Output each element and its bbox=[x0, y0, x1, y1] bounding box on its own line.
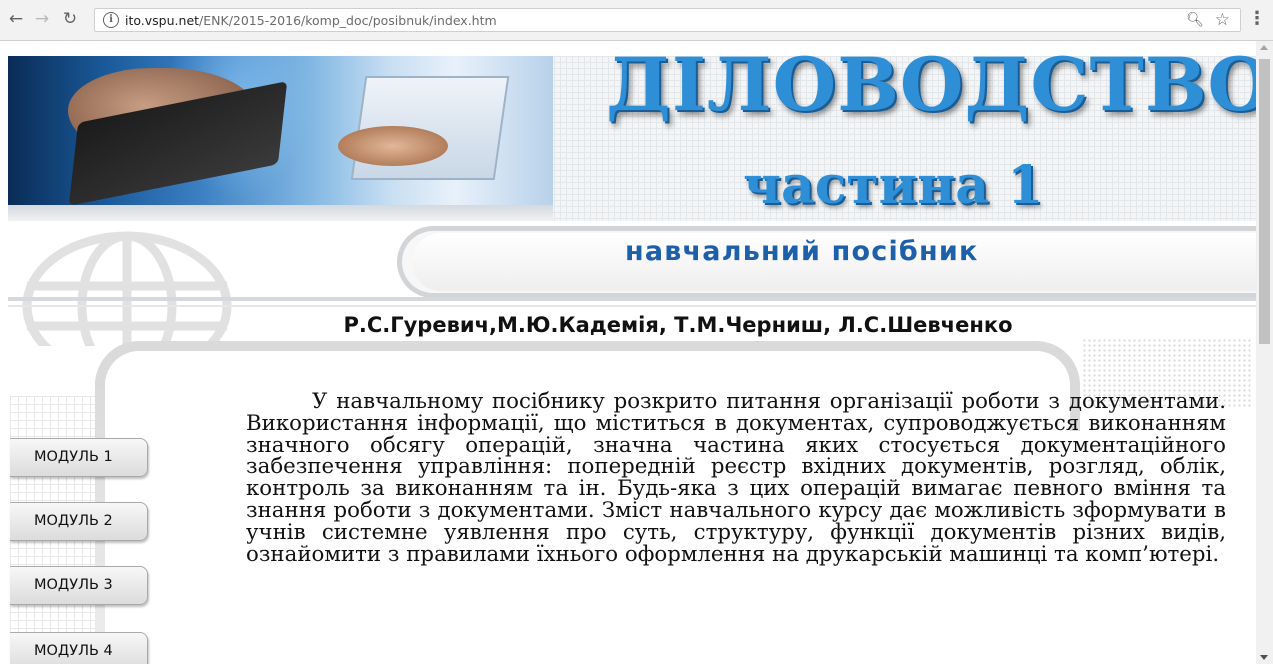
scroll-down-arrow-icon[interactable] bbox=[1260, 655, 1268, 660]
page-title: ДІЛОВОДСТВО bbox=[606, 42, 1256, 128]
intro-paragraph: У навчальному посібнику розкрито питання… bbox=[246, 389, 1226, 567]
header-banner: ДІЛОВОДСТВО частина 1 bbox=[8, 42, 1256, 223]
part-title: частина 1 bbox=[743, 155, 1044, 216]
star-icon[interactable]: ☆ bbox=[1215, 10, 1230, 30]
zoom-icon[interactable]: 🔍︎ bbox=[1186, 12, 1204, 28]
scroll-up-arrow-icon[interactable] bbox=[1260, 45, 1268, 50]
module-3-button[interactable]: МОДУЛЬ 3 bbox=[10, 566, 148, 605]
page-viewport: ДІЛОВОДСТВО частина 1 навчальний посібни… bbox=[0, 41, 1256, 664]
vertical-scrollbar[interactable] bbox=[1256, 41, 1273, 664]
reload-icon[interactable]: ↻ bbox=[60, 9, 80, 29]
menu-dots-icon[interactable]: ⋮ bbox=[1248, 9, 1266, 29]
back-arrow-icon[interactable]: ← bbox=[6, 9, 26, 29]
header-photo bbox=[8, 56, 553, 205]
module-4-button[interactable]: МОДУЛЬ 4 bbox=[10, 632, 148, 664]
module-1-button[interactable]: МОДУЛЬ 1 bbox=[10, 438, 148, 477]
authors-line: Р.С.Гуревич,М.Ю.Кадемія, Т.М.Черниш, Л.С… bbox=[0, 313, 1256, 337]
url-text[interactable]: ito.vspu.net/ENK/2015-2016/komp_doc/posi… bbox=[125, 13, 497, 28]
divider bbox=[8, 297, 1256, 301]
address-bar[interactable]: i ito.vspu.net/ENK/2015-2016/komp_doc/po… bbox=[94, 8, 1241, 32]
module-2-button[interactable]: МОДУЛЬ 2 bbox=[10, 502, 148, 541]
browser-toolbar: ← → ↻ i ito.vspu.net/ENK/2015-2016/komp_… bbox=[0, 0, 1273, 41]
scroll-thumb[interactable] bbox=[1259, 59, 1270, 344]
info-icon[interactable]: i bbox=[103, 12, 119, 28]
authors-text: Р.С.Гуревич,М.Ю.Кадемія, Т.М.Черниш, Л.С… bbox=[343, 313, 1013, 337]
url-path: /ENK/2015-2016/komp_doc/posibnuk/index.h… bbox=[199, 13, 497, 28]
url-host: ito.vspu.net bbox=[125, 13, 200, 28]
forward-arrow-icon[interactable]: → bbox=[32, 9, 52, 29]
page-subtitle: навчальний посібник bbox=[625, 236, 979, 267]
